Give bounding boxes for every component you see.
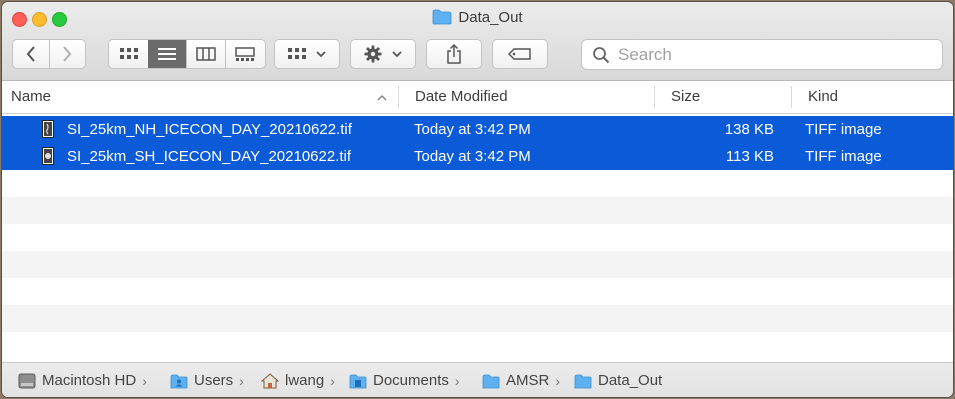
chevron-down-icon — [316, 50, 326, 57]
column-kind-label: Kind — [808, 88, 839, 105]
group-button[interactable] — [274, 39, 340, 69]
empty-row — [2, 332, 953, 359]
chevron-right-icon: › — [142, 373, 147, 389]
tags-button[interactable] — [492, 39, 548, 69]
file-name: SI_25km_SH_ICECON_DAY_20210622.tif — [67, 148, 352, 165]
gear-icon — [364, 45, 382, 63]
file-size: 113 KB — [725, 148, 774, 165]
list-view-button[interactable] — [148, 40, 186, 68]
icon-view-icon — [119, 48, 138, 59]
folder-icon — [574, 374, 592, 388]
path-item-macintosh-hd[interactable]: Macintosh HD › — [18, 363, 147, 397]
group-icon — [288, 48, 306, 59]
column-size-label: Size — [671, 88, 701, 105]
folder-icon — [432, 9, 452, 25]
chevron-left-icon — [26, 46, 35, 62]
path-item-label: AMSR — [506, 372, 550, 389]
users-folder-icon — [170, 374, 188, 388]
empty-row — [2, 197, 953, 224]
path-item-amsr[interactable]: AMSR › — [482, 363, 560, 397]
folder-icon — [482, 374, 500, 388]
chevron-right-icon: › — [454, 373, 460, 389]
file-kind: TIFF image — [805, 148, 882, 165]
view-mode-control — [108, 39, 266, 69]
search-field[interactable] — [581, 39, 943, 70]
column-date-modified[interactable]: Date Modified — [415, 81, 508, 113]
column-header: Name Date Modified Size Kind — [2, 81, 953, 114]
column-divider[interactable] — [654, 86, 655, 108]
empty-row — [2, 251, 953, 278]
gallery-view-icon — [235, 47, 255, 61]
finder-window: Data_Out Search Name Date Modified Size … — [2, 2, 953, 397]
chevron-right-icon — [63, 46, 72, 62]
tag-icon — [508, 48, 531, 60]
chevron-right-icon: › — [239, 373, 244, 389]
icon-view-button[interactable] — [109, 40, 148, 68]
chevron-down-icon — [392, 50, 402, 57]
window-title: Data_Out — [2, 9, 953, 26]
tiff-file-icon — [42, 147, 54, 165]
column-size[interactable]: Size — [671, 81, 700, 113]
share-icon — [447, 44, 461, 64]
empty-row — [2, 224, 953, 251]
path-item-label: Macintosh HD — [42, 372, 137, 389]
column-view-icon — [196, 47, 216, 61]
action-button[interactable] — [350, 39, 416, 69]
path-item-users[interactable]: Users › — [170, 363, 244, 397]
column-divider[interactable] — [791, 86, 792, 108]
nav-buttons — [12, 39, 86, 69]
column-divider[interactable] — [398, 86, 399, 108]
search-input[interactable] — [616, 43, 920, 66]
column-name[interactable]: Name — [11, 81, 391, 113]
gallery-view-button[interactable] — [224, 40, 265, 68]
search-icon — [593, 46, 610, 63]
column-view-button[interactable] — [186, 40, 225, 68]
file-date: Today at 3:42 PM — [414, 121, 531, 138]
path-item-documents[interactable]: Documents › — [349, 363, 460, 397]
file-name: SI_25km_NH_ICECON_DAY_20210622.tif — [67, 121, 352, 138]
chevron-right-icon: › — [555, 373, 561, 389]
file-kind: TIFF image — [805, 121, 882, 138]
file-row[interactable]: SI_25km_SH_ICECON_DAY_20210622.tif Today… — [2, 143, 953, 170]
path-item-data-out[interactable]: Data_Out — [574, 363, 662, 397]
list-view-icon — [158, 48, 177, 60]
title-bar: Data_Out — [2, 2, 953, 81]
file-row[interactable]: SI_25km_NH_ICECON_DAY_20210622.tif Today… — [2, 116, 953, 143]
tiff-file-icon — [42, 120, 54, 138]
column-kind[interactable]: Kind — [808, 81, 838, 113]
path-item-label: Documents — [373, 372, 449, 389]
hard-drive-icon — [18, 373, 36, 389]
empty-row — [2, 278, 953, 305]
path-item-label: Users — [194, 372, 234, 389]
column-name-label: Name — [11, 88, 52, 105]
file-list: SI_25km_NH_ICECON_DAY_20210622.tif Today… — [2, 116, 953, 359]
empty-row — [2, 170, 953, 197]
path-bar: Macintosh HD › Users › lwang › Documents… — [2, 362, 953, 397]
chevron-right-icon: › — [330, 373, 335, 389]
file-size: 138 KB — [724, 121, 774, 138]
forward-button[interactable] — [48, 40, 85, 68]
share-button[interactable] — [426, 39, 482, 69]
path-item-label: Data_Out — [598, 372, 663, 389]
path-item-label: lwang — [285, 372, 325, 389]
back-button[interactable] — [13, 40, 49, 68]
empty-row — [2, 305, 953, 332]
file-date: Today at 3:42 PM — [414, 148, 531, 165]
documents-folder-icon — [349, 374, 367, 388]
home-icon — [261, 373, 279, 389]
sort-ascending-icon — [377, 94, 387, 101]
window-title-text: Data_Out — [458, 9, 523, 26]
column-date-label: Date Modified — [415, 88, 508, 105]
path-item-lwang[interactable]: lwang › — [261, 363, 335, 397]
